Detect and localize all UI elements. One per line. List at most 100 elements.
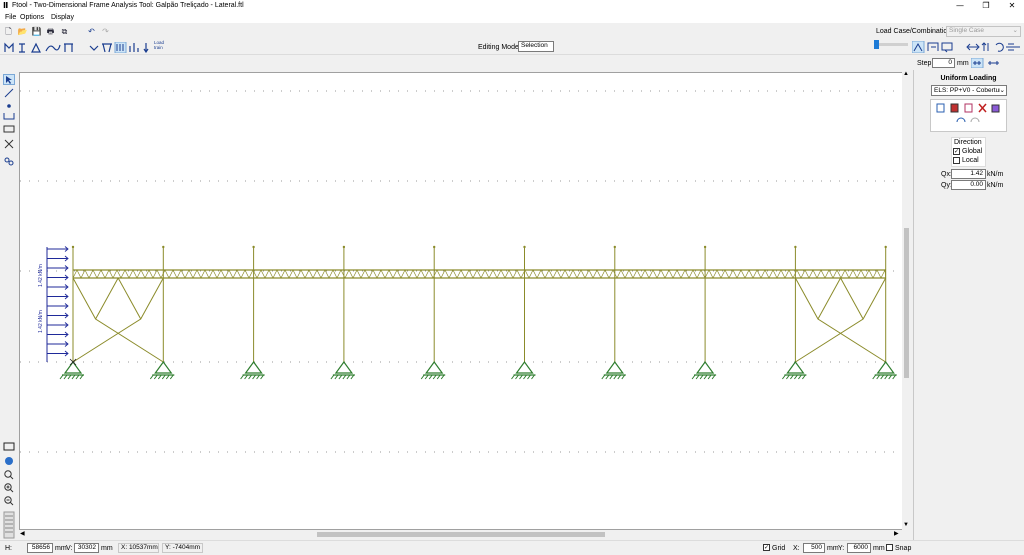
open-file-icon[interactable]: 📂: [17, 26, 28, 37]
y-coordinate-readout: Y: -7404mm: [162, 543, 203, 553]
menu-bar: File Options Display: [0, 12, 1024, 23]
panel-title: Uniform Loading: [940, 75, 997, 82]
load-case-select[interactable]: Single Case ⌄: [946, 26, 1021, 37]
truss-web-diagonal: [264, 269, 274, 279]
truss-web-diagonal: [296, 269, 306, 279]
truss-web-diagonal: [632, 269, 642, 279]
load-train-label[interactable]: Load train: [154, 40, 164, 50]
redo-icon[interactable]: ↷: [100, 26, 111, 37]
vertical-scroll-thumb[interactable]: [904, 228, 909, 378]
grid-y-label: Y:: [838, 545, 845, 552]
window-title: Ftool - Two-Dimensional Frame Analysis T…: [12, 2, 244, 9]
apply-load-icon: [956, 117, 966, 123]
pinned-support-icon: [605, 360, 624, 374]
print-icon[interactable]: 🖶: [45, 26, 56, 37]
editing-mode-field[interactable]: Selection: [518, 41, 554, 52]
h-label: H:: [5, 545, 12, 552]
vertical-move-icon: [981, 42, 989, 51]
grid-x-label: X:: [793, 545, 800, 552]
maximize-button[interactable]: ❐: [974, 0, 998, 12]
global-label: Global: [962, 148, 983, 155]
load-select[interactable]: ELS: PP+V0 - Cobertur ⌄: [931, 85, 1007, 96]
pinned-support-icon: [695, 360, 715, 374]
truss-web-diagonal: [192, 269, 202, 279]
column-top-node: [884, 245, 887, 249]
scroll-right-icon[interactable]: ▶: [894, 530, 899, 537]
truss-web-diagonal: [512, 269, 522, 279]
rename-load-icon: [964, 103, 973, 113]
load-arrow: [47, 293, 69, 300]
globe-icon: [5, 457, 13, 465]
v-input[interactable]: 30302: [74, 543, 99, 553]
column-top-node: [252, 245, 255, 249]
load-tools-box: [930, 99, 1007, 132]
truss-web-diagonal: [440, 269, 450, 279]
select-mode-icon: [912, 41, 925, 53]
truss-web-diagonal: [880, 268, 887, 279]
local-label: Local: [962, 157, 979, 164]
new-file-icon[interactable]: 🗋: [3, 26, 14, 37]
zoom-slider-track[interactable]: [876, 43, 908, 46]
truss-web-diagonal: [536, 269, 546, 279]
save-icon[interactable]: 💾: [31, 26, 42, 37]
minimize-button[interactable]: —: [948, 0, 972, 12]
menu-display[interactable]: Display: [51, 13, 74, 22]
grid-x-input[interactable]: 500: [803, 543, 825, 553]
hinge-icon: [89, 45, 99, 51]
structure-model[interactable]: 1.42 kN/m 1.42 kN/m: [20, 73, 903, 530]
modeling-toolbar: Load train Editing Mode: Selection: [0, 39, 1024, 55]
load-case-label: Load Case/Combination:: [876, 28, 954, 35]
select-tool[interactable]: [3, 74, 15, 85]
zoom-slider-thumb[interactable]: [874, 40, 879, 49]
drawing-canvas[interactable]: 1.42 kN/m 1.42 kN/m: [19, 72, 911, 530]
status-bar: H: 58656 mm V: 30302 mm X: 10537mm Y: -7…: [0, 540, 1024, 555]
line-tool-icon: [4, 88, 14, 98]
qx-input[interactable]: 1.42: [951, 169, 986, 179]
view-zoom-icons[interactable]: [3, 442, 15, 540]
diagram-icon: [129, 43, 139, 52]
grid-y-input[interactable]: 6000: [847, 543, 871, 553]
horizontal-scroll-thumb[interactable]: [317, 532, 605, 537]
vertical-scrollbar[interactable]: ▲ ▼: [902, 71, 911, 530]
bracing-member: [795, 277, 887, 363]
qy-unit: kN/m: [987, 182, 1004, 189]
undo-icon[interactable]: ↶: [86, 26, 97, 37]
truss-web-diagonal: [840, 269, 850, 279]
scroll-up-icon[interactable]: ▲: [903, 71, 909, 77]
direction-label: Direction: [954, 139, 982, 146]
h-input[interactable]: 58656: [27, 543, 53, 553]
truss-web-diagonal: [120, 269, 130, 279]
frame-view-icon: [927, 42, 939, 51]
table-icon: [64, 43, 73, 52]
truss-web-diagonal: [208, 269, 218, 279]
menu-file[interactable]: File: [5, 13, 16, 22]
global-checkbox[interactable]: ✓: [953, 148, 960, 155]
truss-web-diagonal: [824, 269, 834, 279]
qy-input[interactable]: 0.00: [951, 180, 986, 190]
view-tools-icons[interactable]: [912, 41, 1024, 53]
menu-options[interactable]: Options: [20, 13, 44, 22]
load-arrow: [47, 341, 69, 347]
load-tools-icons[interactable]: [931, 100, 1006, 131]
drawing-tools-icons[interactable]: [3, 88, 15, 170]
truss-web-diagonal: [560, 269, 570, 279]
truss-web-diagonal: [552, 269, 562, 279]
copy-icon[interactable]: ⧉: [59, 26, 70, 37]
snap-checkbox[interactable]: [886, 544, 893, 551]
load-arrow: [47, 246, 69, 252]
truss-web-diagonal: [704, 269, 714, 279]
grid-checkbox[interactable]: ✓: [763, 544, 770, 551]
close-button[interactable]: ✕: [1000, 0, 1024, 12]
truss-web-diagonal: [320, 269, 330, 279]
truss-web-diagonal: [608, 269, 618, 279]
column-top-node: [613, 245, 616, 249]
modeling-tools-icons[interactable]: [4, 42, 172, 53]
local-checkbox[interactable]: [953, 157, 960, 164]
dimension-tool-icon: [3, 113, 15, 120]
display-icon: [941, 42, 953, 53]
scroll-left-icon[interactable]: ◀: [20, 530, 25, 537]
left-toolbar: [0, 70, 17, 540]
scroll-down-icon[interactable]: ▼: [903, 522, 909, 528]
horizontal-scrollbar[interactable]: ◀ ▶: [19, 530, 911, 539]
pinned-support-icon: [63, 360, 83, 374]
